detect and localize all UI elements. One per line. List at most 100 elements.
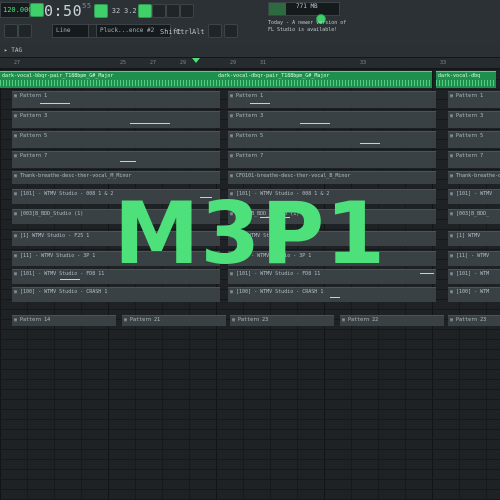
clip-label: Pattern 1 (14, 92, 47, 100)
clip-label: Pattern 21 (124, 316, 160, 324)
pattern-clip[interactable]: Pattern 7 (448, 151, 500, 168)
news-line-2: FL Studio is available! (268, 27, 338, 33)
clip-label: Pattern 5 (450, 132, 483, 140)
snap-mode-select[interactable]: Line (52, 24, 91, 38)
note-mark (360, 143, 380, 144)
track-separator (0, 89, 500, 90)
alt-button[interactable]: Alt (192, 25, 205, 39)
playlist-titlebar: ▸ TAG (0, 44, 500, 58)
clip-label: dark-vocal-dbq (438, 73, 481, 79)
track-separator (0, 329, 500, 330)
clip-label: Thank-breathe-desc-ther (450, 172, 500, 180)
watermark-text: M3P1 (113, 184, 387, 284)
btn-3-2[interactable]: 3.2 (124, 4, 137, 18)
track-separator (0, 369, 500, 370)
record-button[interactable] (152, 4, 166, 18)
track-separator (0, 309, 500, 310)
song-time-display[interactable]: 0:5055 (44, 2, 92, 20)
ruler-tick: 27 (14, 60, 21, 66)
toolbar-top-row: 120.000 0:5055 32 3.2 771 MB (0, 0, 500, 24)
pattern-clip[interactable]: Pattern 1 (448, 91, 500, 108)
pattern-clip[interactable]: [100] - WTMV Studio - CRASH 1 (12, 287, 220, 302)
pattern-clip[interactable]: Pattern 23 (448, 315, 500, 326)
track-separator (0, 469, 500, 470)
pattern-clip[interactable]: Pattern 22 (340, 315, 444, 326)
pattern-clip[interactable]: Pattern 7 (228, 151, 436, 168)
clip-label: Pattern 7 (14, 152, 47, 160)
clip-label: dark-vocal-bbqr-pair_T188bpm_G#_Major (2, 73, 114, 79)
clip-label: Pattern 7 (230, 152, 263, 160)
pattern-clip[interactable]: CFO101-breathe-desc-ther-vocal_B_Minor (228, 171, 436, 184)
time-sub-value: 55 (82, 2, 92, 10)
playlist-area[interactable]: dark-vocal-bbqr-pair_T188bpm_G#_Major dar… (0, 69, 500, 500)
mic-icon[interactable] (18, 24, 32, 38)
track-separator (0, 69, 500, 70)
track-separator (0, 129, 500, 130)
track-separator (0, 429, 500, 430)
memory-readout: 771 MB (296, 3, 318, 10)
pattern-clip[interactable]: [100] - WTMV Studio - CRASH 1 (228, 287, 436, 302)
clip-label: Pattern 3 (450, 112, 483, 120)
track-separator (0, 389, 500, 390)
undo-icon[interactable] (4, 24, 18, 38)
pattern-clip[interactable]: Thank-breathe-desc-ther-vocal_M_Minor (12, 171, 220, 184)
main-toolbar: 120.000 0:5055 32 3.2 771 MB Line Pluck.… (0, 0, 500, 45)
clip-label: CFO101-breathe-desc-ther-vocal_B_Minor (230, 172, 350, 180)
track-separator (0, 109, 500, 110)
clip-label: Pattern 23 (450, 316, 486, 324)
track-separator (0, 349, 500, 350)
track-separator (0, 419, 500, 420)
pattern-clip[interactable]: Pattern 5 (12, 131, 220, 148)
pattern-clip[interactable]: Pattern 1 (12, 91, 220, 108)
track-separator (0, 439, 500, 440)
clip-label: Pattern 7 (450, 152, 483, 160)
shift-button[interactable]: Shift (160, 25, 181, 39)
pattern-clip[interactable]: Pattern 1 (228, 91, 436, 108)
clip-label: Pattern 1 (230, 92, 263, 100)
pattern-clip[interactable]: Pattern 21 (122, 315, 226, 326)
clip-label: Pattern 14 (14, 316, 50, 324)
news-panel[interactable]: Today - A newer version of FL Studio is … (268, 20, 378, 34)
note-mark (130, 123, 170, 124)
pattern-clip[interactable]: Pattern 3 (228, 111, 436, 128)
audio-clip[interactable]: dark-vocal-dbqr-pair_T188bpm_G#_Major (216, 71, 432, 88)
note-mark (250, 103, 270, 104)
clip-label: Thank-breathe-desc-ther-vocal_M_Minor (14, 172, 131, 180)
timeline-ruler[interactable]: 27 29 33 25 27 29 31 33 (0, 58, 500, 69)
daw-window: 120.000 0:5055 32 3.2 771 MB Line Pluck.… (0, 0, 500, 500)
audio-clip[interactable]: dark-vocal-dbq (436, 71, 496, 88)
stop-button[interactable] (166, 4, 180, 18)
grid-line (0, 69, 1, 500)
pattern-song-toggle[interactable] (138, 4, 152, 18)
pattern-clip[interactable]: Pattern 14 (12, 315, 116, 326)
clip-label: Pattern 3 (230, 112, 263, 120)
time-value: 0:50 (44, 2, 83, 20)
pattern-clip[interactable]: Pattern 3 (12, 111, 220, 128)
btn-32[interactable]: 32 (110, 4, 122, 18)
pattern-clip[interactable]: Pattern 3 (448, 111, 500, 128)
pattern-clip[interactable]: [100] - WTM (448, 287, 500, 302)
metronome-icon[interactable] (94, 4, 108, 18)
track-separator (0, 449, 500, 450)
loop-button[interactable] (180, 4, 194, 18)
pattern-clip[interactable]: Thank-breathe-desc-ther (448, 171, 500, 184)
playhead-marker[interactable] (192, 58, 200, 63)
ruler-tick: 29 (230, 60, 237, 66)
clip-label: [100] - WTMV Studio - CRASH 1 (230, 288, 323, 296)
note-mark (300, 123, 330, 124)
pattern-clip[interactable]: Pattern 5 (448, 131, 500, 148)
pattern-clip[interactable]: Pattern 7 (12, 151, 220, 168)
audio-clip[interactable]: dark-vocal-bbqr-pair_T188bpm_G#_Major (0, 71, 216, 88)
tool-icon[interactable] (208, 24, 222, 38)
ctrl-button[interactable]: Ctrl (176, 25, 193, 39)
note-mark (330, 297, 340, 298)
track-separator (0, 479, 500, 480)
piano-icon[interactable] (224, 24, 238, 38)
waveform (436, 80, 496, 86)
track-separator (0, 379, 500, 380)
clip-label: Pattern 5 (230, 132, 263, 140)
tempo-display[interactable]: 120.000 (0, 2, 33, 18)
play-indicator[interactable] (30, 3, 44, 17)
pattern-clip[interactable]: Pattern 5 (228, 131, 436, 148)
pattern-clip[interactable]: Pattern 23 (230, 315, 334, 326)
